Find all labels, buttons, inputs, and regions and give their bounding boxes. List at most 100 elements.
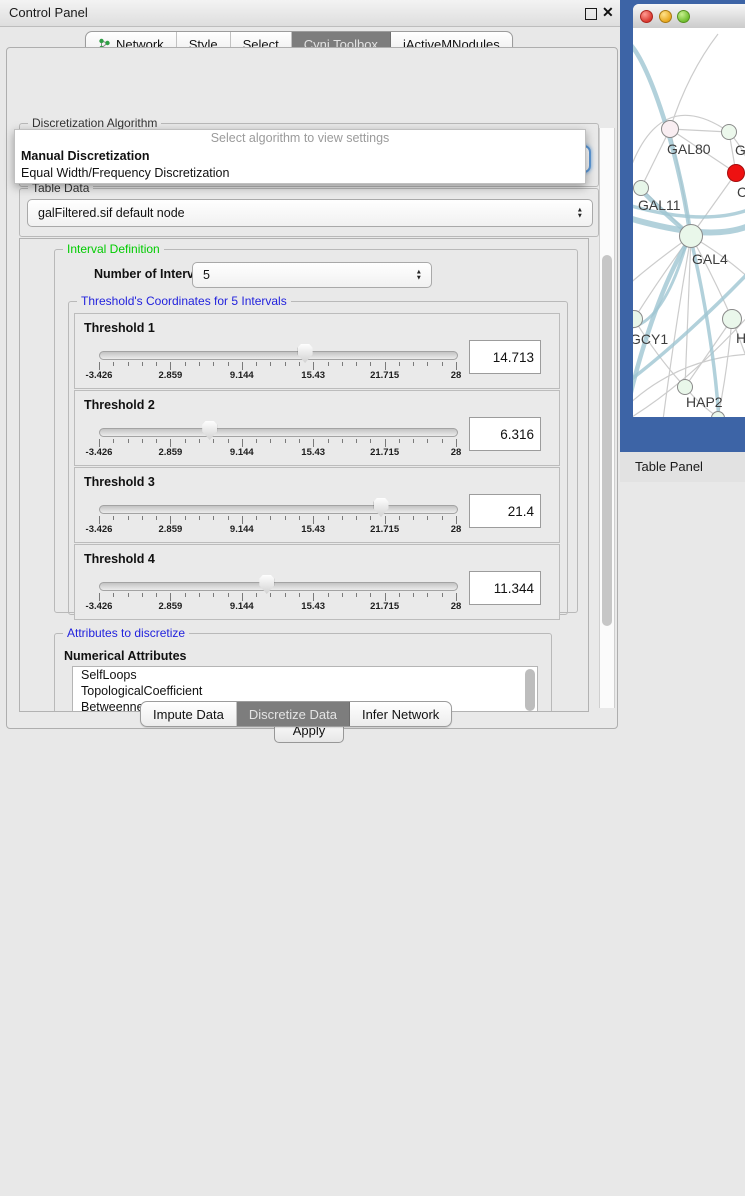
slider-thumb[interactable] (202, 421, 217, 440)
node-hap2[interactable] (677, 379, 693, 395)
tick-mark (270, 516, 271, 520)
tick-mark (185, 593, 186, 597)
node-label-gal4: GAL4 (692, 251, 728, 267)
close-icon[interactable]: ✕ (602, 4, 614, 21)
tick-mark (156, 439, 157, 443)
slider-thumb[interactable] (259, 575, 274, 594)
zoom-traffic-light-icon[interactable] (677, 10, 690, 23)
dropdown-option-equal-width-frequency-discretization[interactable]: Equal Width/Frequency Discretization (15, 165, 585, 183)
tick-mark (342, 362, 343, 366)
tick-label: 15.43 (301, 524, 325, 535)
node-label-gcy1: GCY1 (633, 331, 668, 347)
tick-label: -3.426 (86, 370, 113, 381)
cyni-toolbox-panel: Discretization Algorithm Select algorith… (6, 47, 618, 729)
tick-label: 2.859 (159, 601, 183, 612)
tick-mark (128, 362, 129, 366)
node-gal4[interactable] (679, 224, 703, 248)
threshold-panel-1: Threshold 1-3.4262.8599.14415.4321.71528… (74, 313, 560, 389)
tick-mark (299, 516, 300, 520)
list-scrollbar[interactable] (525, 669, 535, 711)
tick-mark (142, 362, 143, 366)
tick-mark (342, 516, 343, 520)
tick-mark (99, 516, 100, 524)
tick-mark (442, 593, 443, 597)
tick-mark (285, 516, 286, 520)
tick-mark (399, 516, 400, 520)
numerical-attributes-label: Numerical Attributes (64, 649, 186, 663)
threshold-title: Threshold 4 (84, 552, 155, 566)
slider-track[interactable] (99, 582, 458, 591)
tick-label: 28 (451, 370, 462, 381)
tick-mark (299, 593, 300, 597)
tab-impute-data[interactable]: Impute Data (141, 702, 237, 726)
tick-mark (427, 593, 428, 597)
tick-mark (213, 593, 214, 597)
tick-label: 21.715 (370, 447, 399, 458)
tick-mark (228, 593, 229, 597)
thresholds-group-label: Threshold's Coordinates for 5 Intervals (77, 294, 291, 308)
slider-track[interactable] (99, 428, 458, 437)
table-data-dropdown[interactable]: galFiltered.sif default node ▲▼ (27, 199, 593, 227)
tick-mark (213, 362, 214, 366)
network-edge[interactable] (641, 129, 670, 188)
tick-label: 9.144 (230, 601, 254, 612)
tick-label: 21.715 (370, 370, 399, 381)
tick-mark (456, 362, 457, 370)
tick-mark (356, 516, 357, 520)
tick-mark (328, 362, 329, 366)
tick-mark (385, 439, 386, 447)
attribute-item-selfloops[interactable]: SelfLoops (73, 667, 537, 683)
node-c[interactable] (727, 164, 745, 182)
node-ga[interactable] (721, 124, 737, 140)
tab-label: Discretize Data (249, 707, 337, 722)
tick-mark (99, 362, 100, 370)
number-of-intervals-dropdown[interactable]: 5 ▲▼ (192, 262, 432, 288)
threshold-value-field[interactable]: 6.316 (469, 417, 541, 451)
tab-infer-network[interactable]: Infer Network (350, 702, 451, 726)
tick-mark (442, 362, 443, 366)
tick-mark (270, 593, 271, 597)
tick-mark (285, 593, 286, 597)
tick-mark (313, 439, 314, 447)
attribute-item-topologicalcoefficient[interactable]: TopologicalCoefficient (73, 683, 537, 699)
tick-mark (427, 439, 428, 443)
float-window-icon[interactable] (585, 8, 597, 20)
close-traffic-light-icon[interactable] (640, 10, 653, 23)
scrollbar-thumb[interactable] (602, 255, 612, 626)
threshold-title: Threshold 3 (84, 475, 155, 489)
tick-mark (413, 362, 414, 366)
tab-discretize-data[interactable]: Discretize Data (237, 702, 350, 726)
tick-mark (385, 593, 386, 601)
threshold-value-field[interactable]: 21.4 (469, 494, 541, 528)
node-gal80[interactable] (661, 120, 679, 138)
tick-mark (299, 439, 300, 443)
tick-label: 2.859 (159, 524, 183, 535)
tick-label: -3.426 (86, 524, 113, 535)
tick-mark (185, 362, 186, 366)
panel-title: Control Panel (9, 5, 88, 20)
network-edge[interactable] (685, 236, 691, 387)
table-data-value: galFiltered.sif default node (38, 206, 185, 220)
tick-mark (342, 593, 343, 597)
tick-mark (170, 593, 171, 601)
tick-mark (356, 362, 357, 366)
network-edge[interactable] (670, 34, 718, 129)
tick-mark (199, 516, 200, 520)
dropdown-option-manual-discretization[interactable]: Manual Discretization (15, 148, 585, 166)
node-h[interactable] (722, 309, 742, 329)
tick-label: 15.43 (301, 601, 325, 612)
network-view[interactable]: GAL80GACGAL11GAL4GCY1HHAP2 (633, 28, 745, 417)
vertical-scrollbar[interactable] (599, 128, 615, 708)
tick-mark (285, 362, 286, 366)
threshold-value-field[interactable]: 11.344 (469, 571, 541, 605)
slider-thumb[interactable] (298, 344, 313, 363)
tick-mark (370, 593, 371, 597)
tab-label: Infer Network (362, 707, 439, 722)
node-gal11[interactable] (633, 180, 649, 196)
slider-track[interactable] (99, 351, 458, 360)
tick-mark (99, 593, 100, 601)
slider-track[interactable] (99, 505, 458, 514)
slider-thumb[interactable] (374, 498, 389, 517)
minimize-traffic-light-icon[interactable] (659, 10, 672, 23)
threshold-value-field[interactable]: 14.713 (469, 340, 541, 374)
